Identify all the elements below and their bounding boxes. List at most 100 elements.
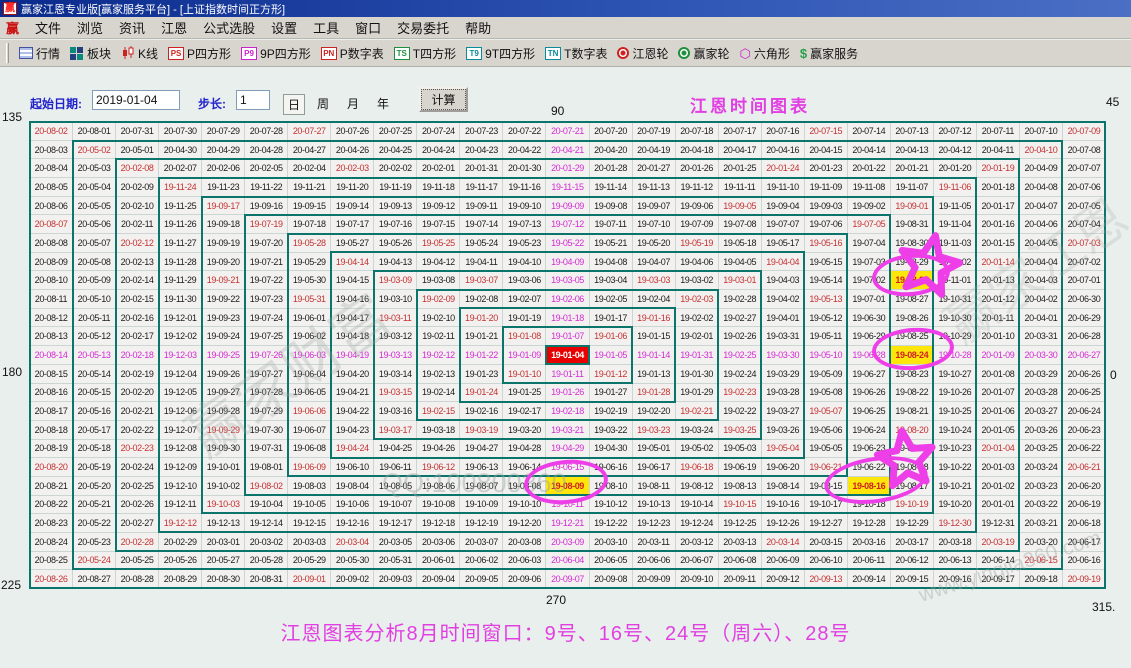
grid-cell: 19-04-18: [331, 327, 373, 345]
grid-cell: 19-08-16: [848, 477, 890, 495]
menu-item-7[interactable]: 窗口: [347, 16, 389, 39]
menu-item-8[interactable]: 交易委托: [389, 16, 457, 39]
grid-cell: 20-02-15: [116, 290, 158, 308]
grid-cell: 19-05-07: [805, 402, 847, 420]
grid-cell: 19-05-04: [762, 440, 804, 458]
step-unit-周[interactable]: 周: [313, 94, 333, 113]
toolbar-label: T数字表: [564, 45, 607, 62]
calculate-button[interactable]: 计算: [419, 87, 468, 112]
grid-cell: 19-10-01: [202, 458, 244, 476]
toolbar-button-2[interactable]: K线: [116, 43, 163, 64]
grid-cell: 20-05-23: [73, 533, 115, 551]
grid-cell: 20-06-01: [417, 552, 459, 570]
toolbar-button-12[interactable]: $赢家服务: [795, 43, 863, 64]
wheel-icon: [678, 47, 690, 59]
toolbar-button-5[interactable]: PNP数字表: [316, 43, 389, 64]
grid-cell: 20-03-23: [1020, 477, 1062, 495]
toolbar-button-7[interactable]: T99T四方形: [461, 43, 540, 64]
T9-icon: T9: [466, 47, 482, 60]
menu-item-2[interactable]: 资讯: [111, 16, 153, 39]
grid-cell: 19-11-08: [848, 178, 890, 196]
step-input[interactable]: [236, 90, 270, 110]
menu-item-5[interactable]: 设置: [263, 16, 305, 39]
grid-cell: 20-04-18: [676, 141, 718, 159]
grid-cell: 19-01-04: [546, 346, 588, 364]
grid-cell: 19-02-06: [546, 290, 588, 308]
grid-cell: 19-07-23: [245, 290, 287, 308]
grid-cell: 19-08-24: [891, 346, 933, 364]
grid-cell: 19-07-06: [805, 215, 847, 233]
toolbar-button-4[interactable]: P99P四方形: [236, 43, 316, 64]
grid-cell: 19-02-04: [633, 290, 675, 308]
grid-cell: 19-03-27: [762, 402, 804, 420]
toolbar-button-1[interactable]: 板块: [65, 43, 116, 64]
grid-cell: 20-07-16: [762, 122, 804, 140]
grid-cell: 19-01-15: [633, 327, 675, 345]
grid-cell: 20-04-19: [633, 141, 675, 159]
grid-cell: 19-03-28: [762, 384, 804, 402]
toolbar-button-3[interactable]: PSP四方形: [163, 43, 236, 64]
step-unit-年[interactable]: 年: [373, 94, 393, 113]
grid-cell: 19-05-15: [805, 253, 847, 271]
grid-cell: 20-07-07: [1063, 159, 1105, 177]
menu-item-1[interactable]: 浏览: [69, 16, 111, 39]
angle-label-315: 315.: [1092, 600, 1115, 614]
grid-cell: 19-04-08: [590, 253, 632, 271]
step-unit-月[interactable]: 月: [343, 94, 363, 113]
grid-cell: 20-07-01: [1063, 271, 1105, 289]
grid-cell: 19-01-22: [460, 346, 502, 364]
grid-cell: 20-06-25: [1063, 384, 1105, 402]
grid-cell: 20-01-19: [977, 159, 1019, 177]
grid-cell: 19-09-15: [288, 197, 330, 215]
grid-cell: 19-12-24: [676, 514, 718, 532]
grid-cell: 19-06-18: [676, 458, 718, 476]
grid-cell: 19-09-28: [202, 402, 244, 420]
menu-item-0[interactable]: 文件: [27, 16, 69, 39]
menu-item-4[interactable]: 公式选股: [195, 16, 263, 39]
grid-cell: 20-01-11: [977, 309, 1019, 327]
menu-item-6[interactable]: 工具: [305, 16, 347, 39]
start-date-input[interactable]: [92, 90, 180, 110]
grid-cell: 20-04-28: [245, 141, 287, 159]
toolbar-button-9[interactable]: 江恩轮: [612, 43, 673, 64]
toolbar-button-6[interactable]: TST四方形: [389, 43, 461, 64]
toolbar-button-11[interactable]: ⬡六角形: [735, 43, 795, 64]
grid-cell: 19-10-22: [934, 458, 976, 476]
toolbar-button-10[interactable]: 赢家轮: [673, 43, 734, 64]
grid-cell: 19-08-12: [676, 477, 718, 495]
grid-cell: 19-12-23: [633, 514, 675, 532]
grid-cell: 19-10-16: [762, 496, 804, 514]
grid-cell: 20-05-04: [73, 178, 115, 196]
grid-cell: 19-02-23: [719, 384, 761, 402]
toolbar-button-0[interactable]: 行情: [14, 43, 65, 64]
grid-cell: 19-11-19: [374, 178, 416, 196]
grid-cell: 19-03-08: [417, 271, 459, 289]
grid-cell: 19-09-25: [202, 346, 244, 364]
menu-item-3[interactable]: 江恩: [153, 16, 195, 39]
grid-cell: 20-09-16: [934, 570, 976, 588]
grid-cell: 20-01-16: [977, 215, 1019, 233]
grid-cell: 20-05-13: [73, 346, 115, 364]
grid-cell: 20-02-21: [116, 402, 158, 420]
grid-cell: 19-09-18: [202, 215, 244, 233]
TS-icon: TS: [394, 47, 410, 60]
grid-cell: 20-01-15: [977, 234, 1019, 252]
grid-cell: 20-03-20: [1020, 533, 1062, 551]
grid-cell: 20-05-24: [73, 552, 115, 570]
menu-item-9[interactable]: 帮助: [457, 16, 499, 39]
grid-cell: 19-03-03: [633, 271, 675, 289]
grid-cell: 19-12-11: [159, 496, 201, 514]
step-unit-日[interactable]: 日: [283, 94, 305, 115]
grid-cell: 19-03-23: [633, 421, 675, 439]
grid-cell: 19-10-21: [934, 477, 976, 495]
grid-cell: 20-06-29: [1063, 309, 1105, 327]
grid-cell: 19-04-03: [762, 271, 804, 289]
grid-cell: 20-09-05: [460, 570, 502, 588]
grid-cell: 19-10-28: [934, 346, 976, 364]
grid-cell: 19-06-17: [633, 458, 675, 476]
grid-cell: 19-02-21: [676, 402, 718, 420]
grid-cell: 20-07-14: [848, 122, 890, 140]
grid-cell: 19-05-29: [288, 253, 330, 271]
grid-cell: 19-01-16: [633, 309, 675, 327]
toolbar-button-8[interactable]: TNT数字表: [540, 43, 612, 64]
